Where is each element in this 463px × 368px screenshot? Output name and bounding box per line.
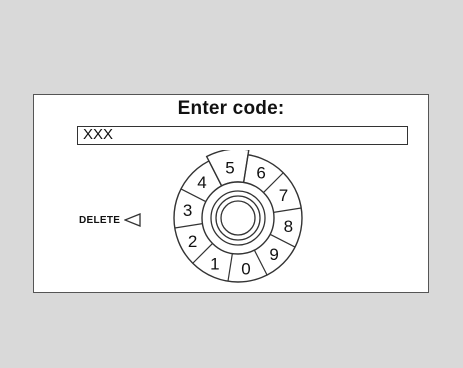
dial-digit-3[interactable]: 3 — [183, 201, 192, 220]
delete-label: DELETE — [79, 214, 121, 226]
page-title: Enter code: — [177, 98, 285, 119]
dial-digit-7[interactable]: 7 — [279, 186, 288, 205]
code-entry-panel: Enter code: XXX DELETE 5 67 890 12 34 — [33, 94, 429, 293]
dial-digit-0[interactable]: 0 — [241, 259, 250, 278]
dial-digit-8[interactable]: 8 — [284, 217, 293, 236]
dial-digit-4[interactable]: 4 — [197, 173, 206, 192]
dial-digit-6[interactable]: 6 — [256, 164, 265, 183]
dial-digit-9[interactable]: 9 — [269, 245, 278, 264]
dial-digit-1[interactable]: 1 — [210, 254, 219, 273]
concentric-knob-icon — [220, 200, 256, 236]
triangle-left-icon — [124, 213, 141, 227]
dial-digit-5[interactable]: 5 — [225, 159, 234, 178]
code-field[interactable]: XXX — [77, 126, 408, 145]
dial-digit-2[interactable]: 2 — [188, 232, 197, 251]
digit-dial[interactable]: 5 67 890 12 34 — [170, 150, 306, 286]
delete-button[interactable]: DELETE — [79, 210, 142, 230]
